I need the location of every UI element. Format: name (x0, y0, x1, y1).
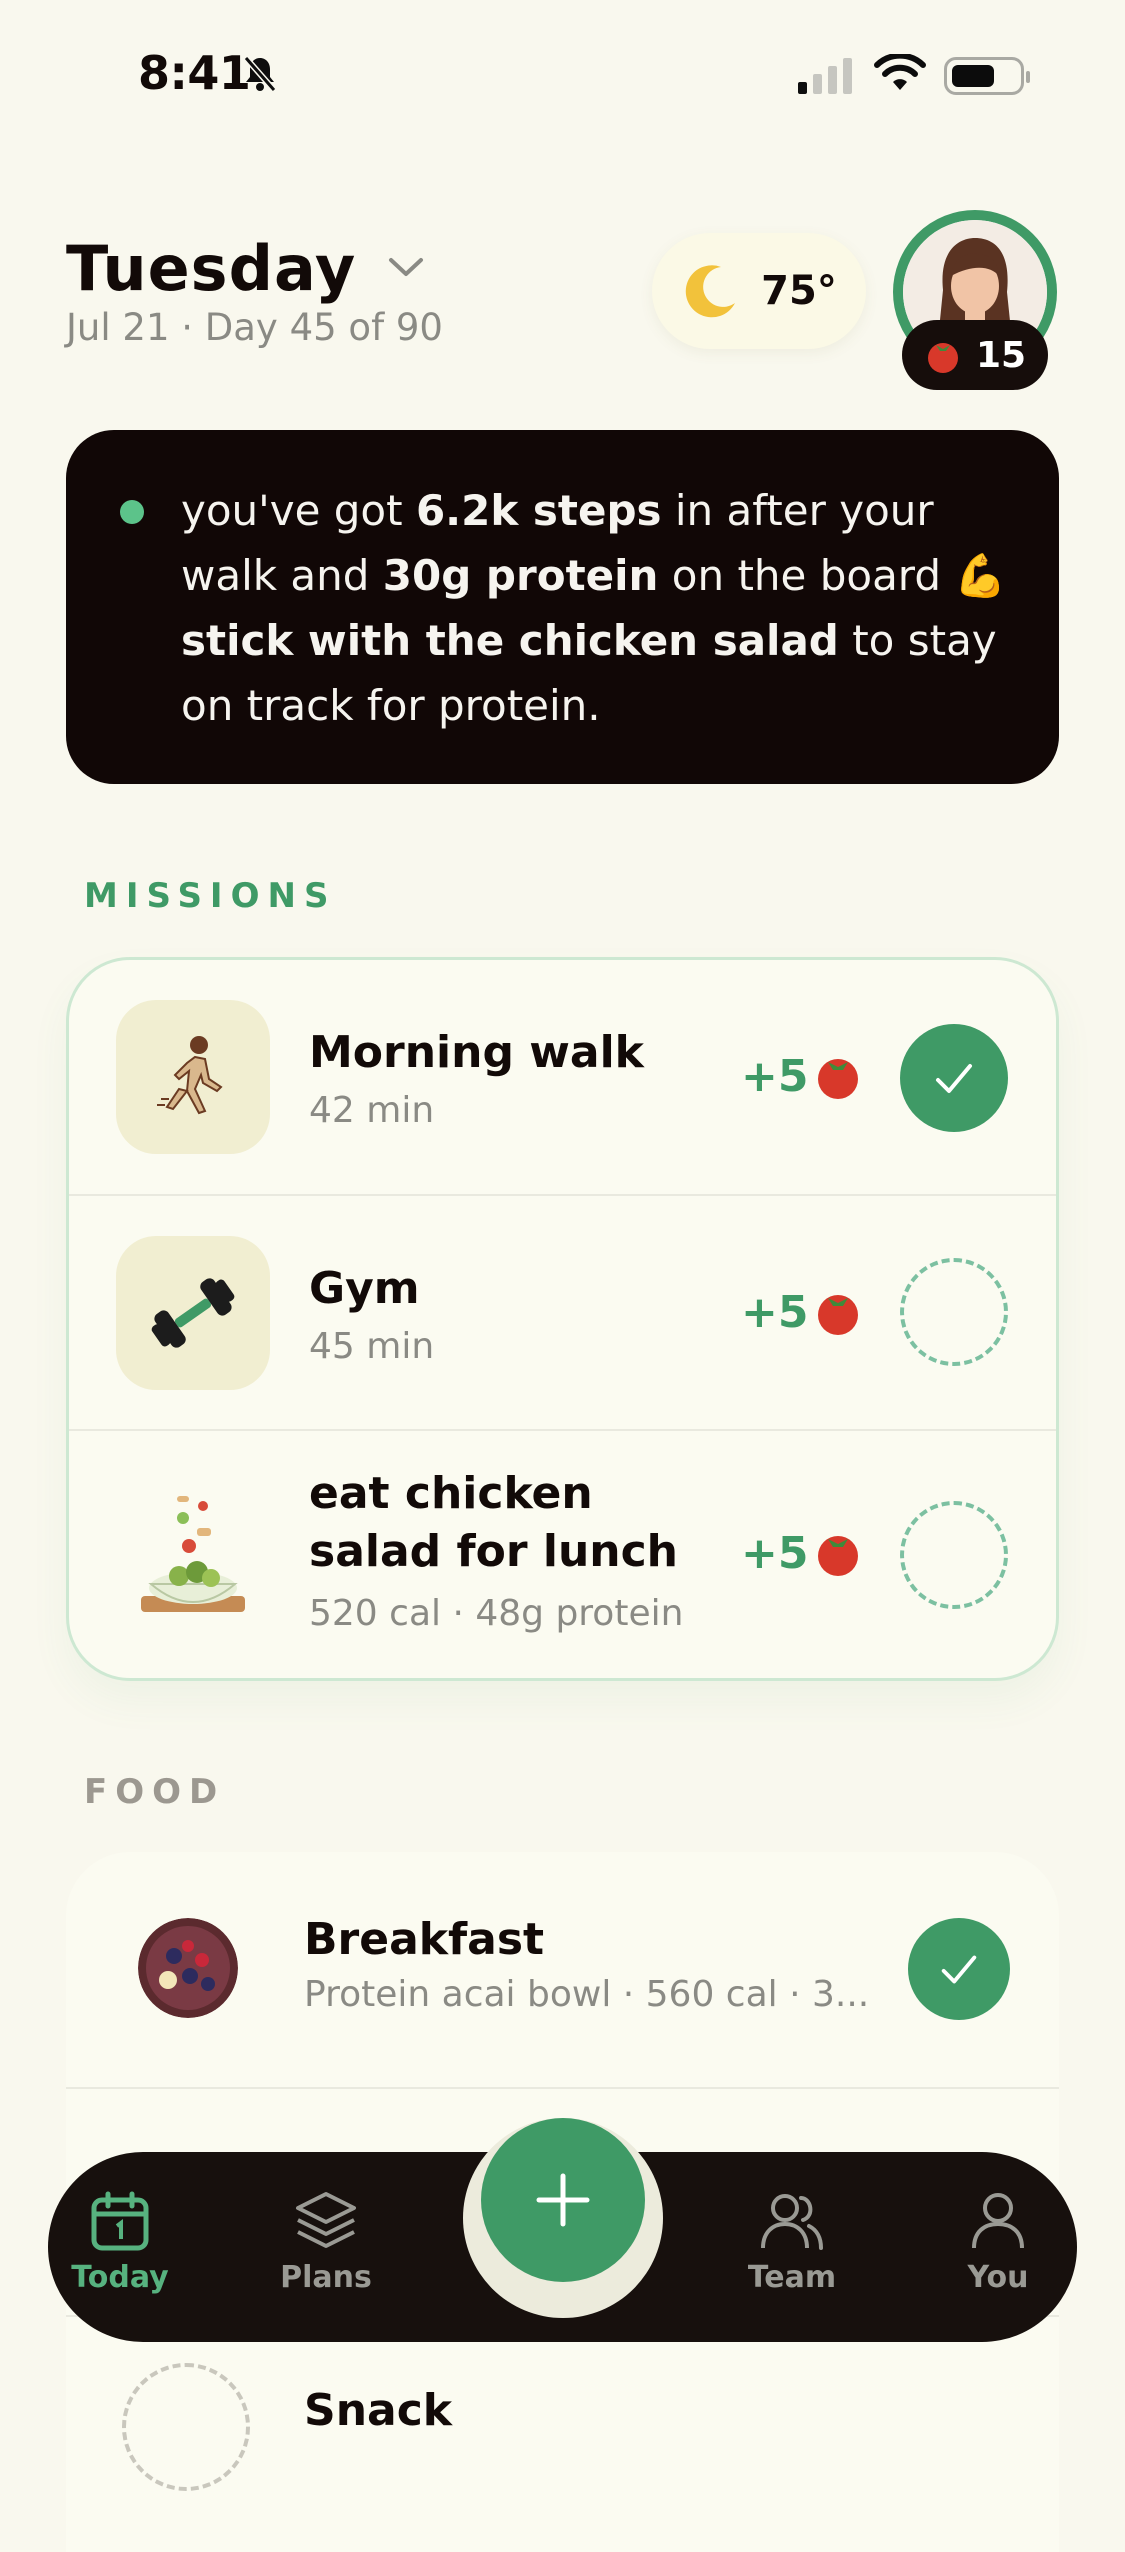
calendar-icon (91, 2191, 149, 2251)
status-time: 8:41 (138, 46, 251, 100)
salad-icon (116, 1481, 270, 1635)
moon-icon (685, 265, 736, 318)
mission-title: Gym (309, 1263, 420, 1314)
food-logged-checkbox[interactable] (908, 1918, 1010, 2020)
tab-label: Team (747, 2260, 837, 2295)
mission-row[interactable]: eat chicken salad for lunch 520 cal · 48… (69, 1431, 1056, 1678)
food-title: Breakfast (304, 1914, 545, 1965)
dumbbell-icon (116, 1236, 270, 1390)
plus-icon (536, 2173, 590, 2227)
bell-slash-icon (243, 56, 277, 92)
cellular-signal-icon (798, 58, 852, 94)
wifi-icon (874, 54, 926, 90)
day-title[interactable]: Tuesday (66, 232, 356, 305)
team-icon (761, 2194, 823, 2250)
layers-icon (296, 2192, 356, 2248)
food-row-breakfast[interactable]: Breakfast Protein acai bowl · 560 cal · … (66, 1852, 1059, 2087)
food-subtitle: Protein acai bowl · 560 cal · 3... (304, 1974, 870, 2015)
battery-icon (944, 57, 1030, 95)
weather-temperature: 75° (761, 268, 837, 314)
tab-team[interactable]: Team (722, 2190, 862, 2295)
tomato-icon (927, 343, 958, 373)
mission-checkbox[interactable] (900, 1501, 1008, 1609)
walking-icon (116, 1000, 270, 1154)
status-dot (120, 500, 144, 524)
tab-label: Plans (280, 2260, 372, 2295)
mission-row[interactable]: Gym 45 min +5 (69, 1196, 1056, 1431)
mission-subtitle: 45 min (309, 1326, 435, 1367)
coach-message-card: you've got 6.2k steps in after your walk… (66, 430, 1059, 784)
food-section-label: FOOD (84, 1772, 226, 1812)
mission-title: Morning walk (309, 1027, 644, 1078)
checkmark-icon (936, 1064, 972, 1093)
divider (66, 2087, 1059, 2089)
tab-you[interactable]: You (928, 2190, 1068, 2295)
checkmark-icon (941, 1955, 977, 1984)
tomato-icon (818, 1059, 859, 1099)
tomato-icon (818, 1536, 859, 1576)
day-subtitle: Jul 21 · Day 45 of 90 (66, 306, 443, 349)
coach-message: you've got 6.2k steps in after your walk… (181, 486, 1007, 730)
chevron-down-icon[interactable] (386, 252, 426, 282)
tab-plans[interactable]: Plans (256, 2190, 396, 2295)
weather-pill[interactable]: 75° (652, 233, 866, 349)
mission-points: +5 (741, 1527, 864, 1579)
mission-row[interactable]: Morning walk 42 min +5 (69, 960, 1056, 1196)
mission-title: eat chicken salad for lunch (309, 1468, 678, 1577)
tomato-points-badge[interactable]: 15 (902, 320, 1048, 390)
acai-bowl-image (138, 1918, 238, 2018)
food-title: Snack (304, 2385, 453, 2436)
tomato-count: 15 (975, 334, 1027, 376)
missions-card: Morning walk 42 min +5 Gym 45 min +5 eat… (66, 957, 1059, 1681)
add-button[interactable] (481, 2118, 645, 2282)
food-row-snack[interactable]: Snack (66, 2315, 1059, 2552)
missions-section-label: MISSIONS (84, 876, 337, 916)
mission-points: +5 (741, 1286, 864, 1338)
mission-subtitle: 520 cal · 48g protein (309, 1593, 684, 1634)
mission-points: +5 (741, 1050, 864, 1102)
tab-today[interactable]: Today (50, 2190, 190, 2295)
tab-label: Today (71, 2260, 169, 2295)
mission-subtitle: 42 min (309, 1090, 435, 1131)
tab-label: You (967, 2260, 1029, 2295)
mission-complete-checkbox[interactable] (900, 1024, 1008, 1132)
add-snack-placeholder[interactable] (122, 2363, 250, 2491)
person-icon (972, 2193, 1024, 2249)
mission-checkbox[interactable] (900, 1258, 1008, 1366)
tomato-icon (818, 1295, 859, 1335)
